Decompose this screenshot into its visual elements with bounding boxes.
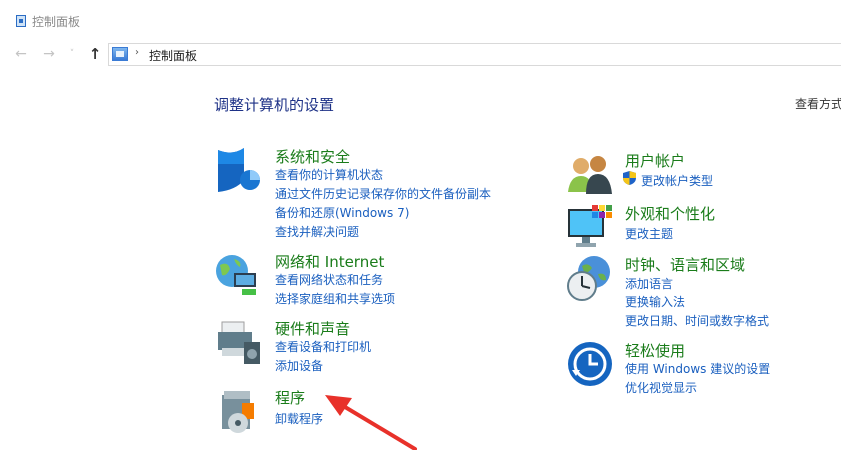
uac-shield-icon: [623, 171, 636, 185]
programs-disc-icon[interactable]: [214, 387, 262, 435]
control-panel-icon: [16, 15, 26, 27]
link-homegroup[interactable]: 选择家庭组和共享选项: [275, 290, 395, 307]
network-globe-icon[interactable]: [214, 251, 262, 299]
link-change-input-method[interactable]: 更换输入法: [625, 293, 685, 310]
shield-icon[interactable]: [214, 146, 262, 194]
link-network-status[interactable]: 查看网络状态和任务: [275, 271, 383, 288]
recent-locations-chevron-icon[interactable]: ˅: [66, 44, 78, 64]
category-title[interactable]: 轻松使用: [625, 340, 685, 361]
category-user-accounts: 用户帐户 更改帐户类型: [566, 150, 836, 198]
printer-speaker-icon[interactable]: [214, 318, 262, 366]
category-title[interactable]: 硬件和声音: [275, 318, 350, 339]
link-file-history[interactable]: 通过文件历史记录保存你的文件备份副本: [275, 185, 491, 202]
address-bar[interactable]: › 控制面板: [108, 43, 841, 66]
breadcrumb-chevron-icon[interactable]: ›: [135, 47, 139, 58]
link-add-language[interactable]: 添加语言: [625, 275, 673, 292]
up-arrow-icon[interactable]: ↑: [86, 44, 104, 64]
link-troubleshoot[interactable]: 查找并解决问题: [275, 223, 359, 240]
link-change-date-format[interactable]: 更改日期、时间或数字格式: [625, 312, 769, 329]
category-title[interactable]: 程序: [275, 387, 305, 408]
category-system-security: 系统和安全 查看你的计算机状态 通过文件历史记录保存你的文件备份副本 备份和还原…: [214, 146, 534, 241]
category-title[interactable]: 外观和个性化: [625, 203, 715, 224]
link-backup-restore[interactable]: 备份和还原(Windows 7): [275, 204, 409, 221]
category-clock-language-region: 时钟、语言和区域 添加语言 更换输入法 更改日期、时间或数字格式: [566, 254, 836, 329]
clock-globe-icon[interactable]: [566, 254, 614, 302]
category-title[interactable]: 系统和安全: [275, 146, 350, 167]
ease-of-access-icon[interactable]: [566, 340, 614, 388]
link-optimize-visual-display[interactable]: 优化视觉显示: [625, 379, 697, 396]
category-appearance: 外观和个性化 更改主题: [566, 203, 836, 251]
category-ease-of-access: 轻松使用 使用 Windows 建议的设置 优化视觉显示: [566, 340, 836, 396]
link-change-theme[interactable]: 更改主题: [625, 225, 673, 242]
link-devices-printers[interactable]: 查看设备和打印机: [275, 338, 371, 355]
title-bar: 控制面板: [0, 0, 841, 40]
category-network-internet: 网络和 Internet 查看网络状态和任务 选择家庭组和共享选项: [214, 251, 534, 306]
page-title: 调整计算机的设置: [214, 96, 335, 114]
category-title[interactable]: 时钟、语言和区域: [625, 254, 745, 275]
monitor-palette-icon[interactable]: [566, 203, 614, 251]
forward-arrow-icon[interactable]: →: [40, 44, 58, 64]
link-change-account-type[interactable]: 更改帐户类型: [641, 172, 713, 189]
users-icon[interactable]: [566, 150, 614, 198]
back-arrow-icon[interactable]: ←: [12, 44, 30, 64]
navigation-bar: ← → ˅ ↑ › 控制面板: [0, 40, 841, 68]
link-add-device[interactable]: 添加设备: [275, 357, 323, 374]
breadcrumb-control-panel[interactable]: 控制面板: [149, 47, 197, 64]
category-title[interactable]: 用户帐户: [625, 150, 685, 171]
category-hardware-sound: 硬件和声音 查看设备和打印机 添加设备: [214, 318, 534, 373]
link-check-status[interactable]: 查看你的计算机状态: [275, 166, 383, 183]
link-recommended-settings[interactable]: 使用 Windows 建议的设置: [625, 360, 770, 377]
link-uninstall-program[interactable]: 卸载程序: [275, 410, 323, 427]
control-panel-address-icon: [112, 47, 128, 61]
category-programs: 程序 卸载程序: [214, 387, 534, 435]
category-title[interactable]: 网络和 Internet: [275, 251, 384, 272]
view-by-label: 查看方式: [795, 97, 841, 111]
window-title: 控制面板: [32, 15, 81, 29]
